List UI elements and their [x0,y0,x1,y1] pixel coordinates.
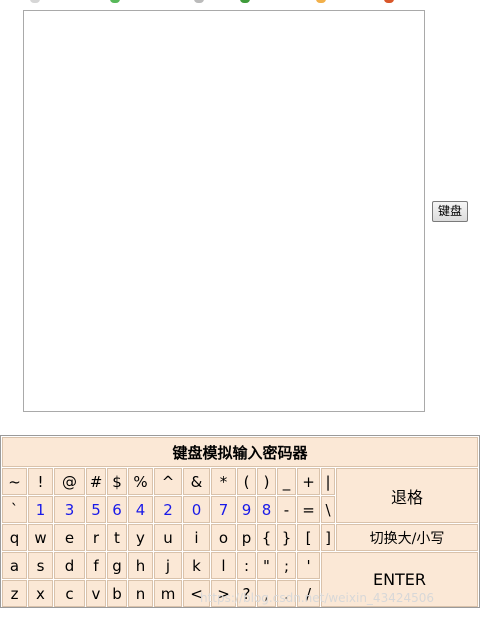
key[interactable]: % [128,468,153,495]
password-textarea[interactable] [23,10,425,412]
key[interactable]: . [277,580,296,607]
key[interactable]: # [86,468,106,495]
toolbar-icon [384,0,394,3]
key[interactable]: u [154,524,182,551]
key[interactable]: h [128,552,153,579]
enter-key[interactable]: ENTER [321,552,478,607]
key[interactable]: / [297,580,320,607]
key[interactable]: w [28,524,53,551]
key[interactable]: = [297,496,320,523]
key-digit[interactable]: 4 [128,496,153,523]
key[interactable]: t [107,524,127,551]
key[interactable]: * [211,468,236,495]
key[interactable]: j [154,552,182,579]
key[interactable]: & [183,468,210,495]
key[interactable]: ; [277,552,296,579]
key[interactable]: x [28,580,53,607]
key[interactable]: { [257,524,276,551]
keyboard-title: 键盘模拟输入密码器 [2,437,478,467]
key[interactable]: o [211,524,236,551]
key-digit[interactable]: 8 [257,496,276,523]
key[interactable]: ! [28,468,53,495]
key[interactable]: > [211,580,236,607]
key[interactable]: < [183,580,210,607]
key[interactable]: @ [54,468,85,495]
key[interactable]: r [86,524,106,551]
key[interactable]: ) [257,468,276,495]
keyboard-toggle-button[interactable]: 键盘 [432,201,469,222]
key[interactable]: , [257,580,276,607]
key[interactable]: - [277,496,296,523]
key[interactable]: \ [321,496,335,523]
key[interactable]: q [2,524,27,551]
key[interactable]: v [86,580,106,607]
browser-toolbar-strip [0,0,484,5]
key-digit[interactable]: 9 [237,496,256,523]
key[interactable]: : [237,552,256,579]
key-digit[interactable]: 5 [86,496,106,523]
key-digit[interactable]: 6 [107,496,127,523]
key[interactable]: g [107,552,127,579]
key[interactable]: n [128,580,153,607]
key[interactable]: ( [237,468,256,495]
key[interactable]: d [54,552,85,579]
toolbar-icon [110,0,120,3]
key[interactable]: ~ [2,468,27,495]
key-digit[interactable]: 7 [211,496,236,523]
key[interactable]: b [107,580,127,607]
key[interactable]: l [211,552,236,579]
key[interactable]: ` [2,496,27,523]
key[interactable]: a [2,552,27,579]
key[interactable]: ? [237,580,256,607]
key-digit[interactable]: 3 [54,496,85,523]
key[interactable]: m [154,580,182,607]
key[interactable]: s [28,552,53,579]
keyboard-table: 键盘模拟输入密码器 ~ ! @ # $ % ^ & * ( ) _ + | 退格… [1,436,479,608]
key[interactable]: y [128,524,153,551]
toolbar-icon [194,0,204,3]
key[interactable]: k [183,552,210,579]
toolbar-icon [240,0,250,3]
key-digit[interactable]: 2 [154,496,182,523]
key[interactable]: + [297,468,320,495]
key[interactable]: i [183,524,210,551]
key[interactable]: f [86,552,106,579]
key-digit[interactable]: 1 [28,496,53,523]
backspace-key[interactable]: 退格 [336,468,478,523]
toolbar-icon [30,0,40,3]
key[interactable]: c [54,580,85,607]
key[interactable]: } [277,524,296,551]
key[interactable]: ] [321,524,335,551]
key[interactable]: " [257,552,276,579]
key[interactable]: p [237,524,256,551]
key[interactable]: e [54,524,85,551]
key[interactable]: z [2,580,27,607]
key[interactable]: $ [107,468,127,495]
caps-toggle-key[interactable]: 切换大/小写 [336,524,478,551]
key[interactable]: | [321,468,335,495]
key[interactable]: ' [297,552,320,579]
key-digit[interactable]: 0 [183,496,210,523]
key[interactable]: _ [277,468,296,495]
key[interactable]: [ [297,524,320,551]
toolbar-icon [316,0,326,3]
virtual-keyboard: 键盘模拟输入密码器 ~ ! @ # $ % ^ & * ( ) _ + | 退格… [0,435,480,608]
key[interactable]: ^ [154,468,182,495]
